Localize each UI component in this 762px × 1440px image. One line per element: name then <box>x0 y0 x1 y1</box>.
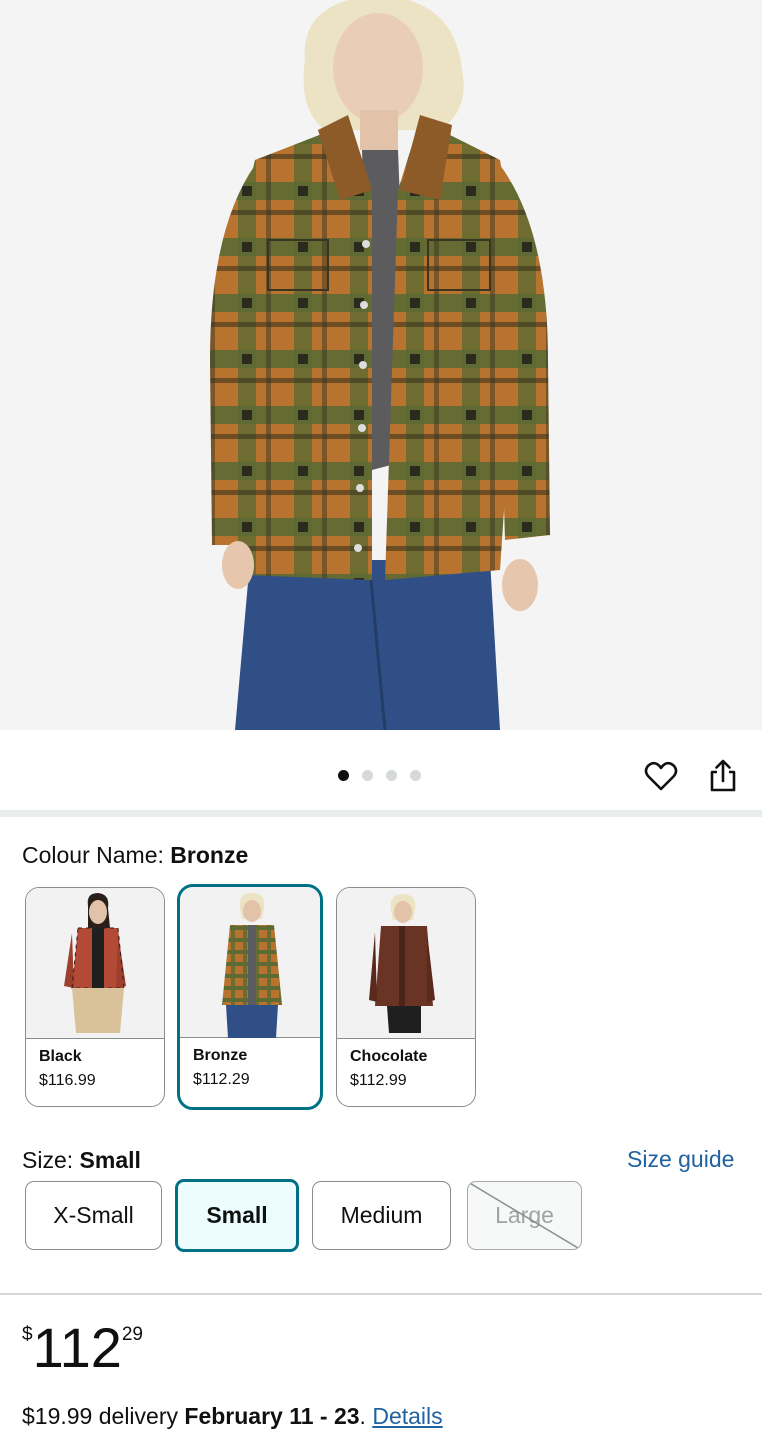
heart-icon[interactable] <box>643 758 679 794</box>
colour-thumbnail <box>337 888 475 1039</box>
selected-colour: Bronze <box>170 842 249 868</box>
colour-option-name: Chocolate <box>350 1048 428 1065</box>
price-currency-symbol: $ <box>22 1324 33 1345</box>
colour-option-black[interactable]: Black $116.99 <box>25 887 165 1107</box>
share-icon[interactable] <box>705 758 741 794</box>
colour-thumbnail <box>180 887 320 1038</box>
price-whole: 112 <box>32 1316 122 1379</box>
carousel-dot[interactable] <box>386 770 397 781</box>
carousel-dot[interactable] <box>410 770 421 781</box>
size-option-x-small[interactable]: X-Small <box>25 1181 162 1250</box>
colour-option-bronze[interactable]: Bronze $112.29 <box>177 884 323 1110</box>
section-divider <box>0 810 762 817</box>
colour-option-chocolate[interactable]: Chocolate $112.99 <box>336 887 476 1107</box>
carousel-dot[interactable] <box>362 770 373 781</box>
colour-option-price: $112.99 <box>350 1072 407 1089</box>
product-price: $ 112 29 <box>22 1318 143 1378</box>
size-option-large[interactable]: Large <box>467 1181 582 1250</box>
price-fraction: 29 <box>121 1324 143 1345</box>
colour-option-name: Bronze <box>193 1047 248 1064</box>
size-label: Size: Small <box>22 1147 141 1173</box>
delivery-dates: February 11 - 23 <box>184 1403 360 1429</box>
selected-size: Small <box>79 1147 141 1173</box>
carousel-pagination[interactable] <box>338 770 421 781</box>
colour-thumbnail <box>26 888 164 1039</box>
product-image[interactable] <box>0 0 762 730</box>
colour-option-price: $112.29 <box>193 1071 250 1088</box>
colour-option-price: $116.99 <box>39 1072 96 1089</box>
colour-option-name: Black <box>39 1048 82 1065</box>
section-divider <box>0 1293 762 1295</box>
size-guide-link[interactable]: Size guide <box>627 1146 734 1173</box>
size-option-medium[interactable]: Medium <box>312 1181 451 1250</box>
delivery-info: $19.99 delivery February 11 - 23. Detail… <box>22 1403 443 1429</box>
carousel-dot[interactable] <box>338 770 349 781</box>
colour-label: Colour Name: Bronze <box>22 842 249 868</box>
delivery-details-link[interactable]: Details <box>372 1403 442 1429</box>
size-option-small[interactable]: Small <box>175 1179 299 1252</box>
